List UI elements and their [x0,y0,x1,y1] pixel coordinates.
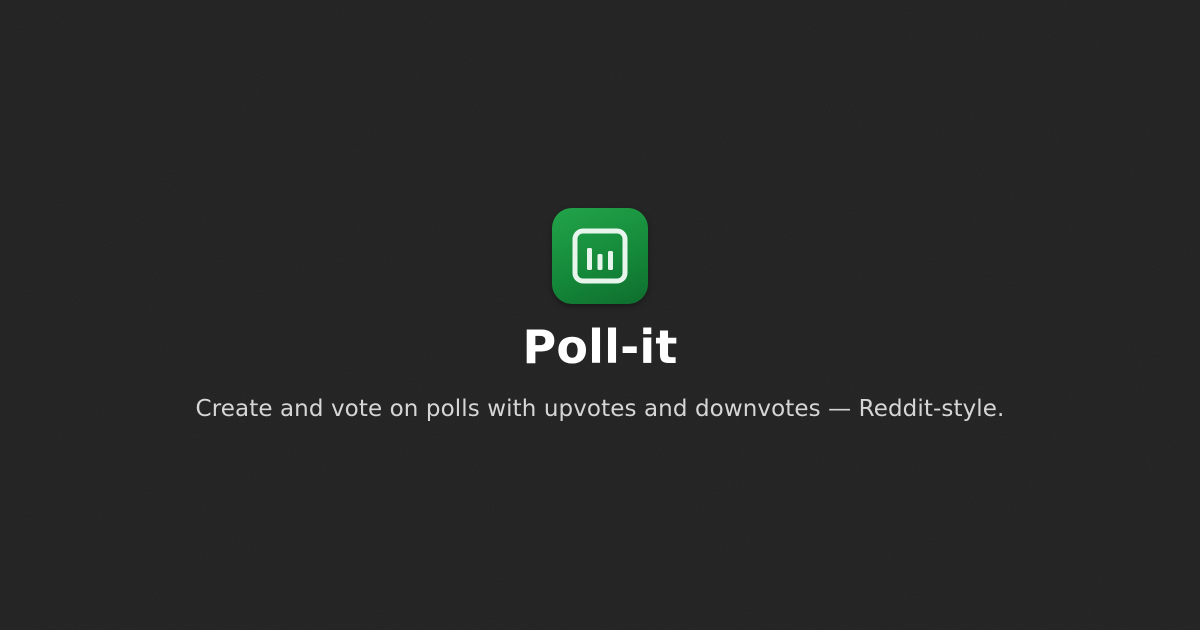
hero: Poll-it Create and vote on polls with up… [0,0,1200,630]
app-logo [552,208,648,304]
bar-chart-icon [572,228,628,284]
app-title: Poll-it [522,320,678,374]
app-tagline: Create and vote on polls with upvotes an… [195,396,1005,422]
